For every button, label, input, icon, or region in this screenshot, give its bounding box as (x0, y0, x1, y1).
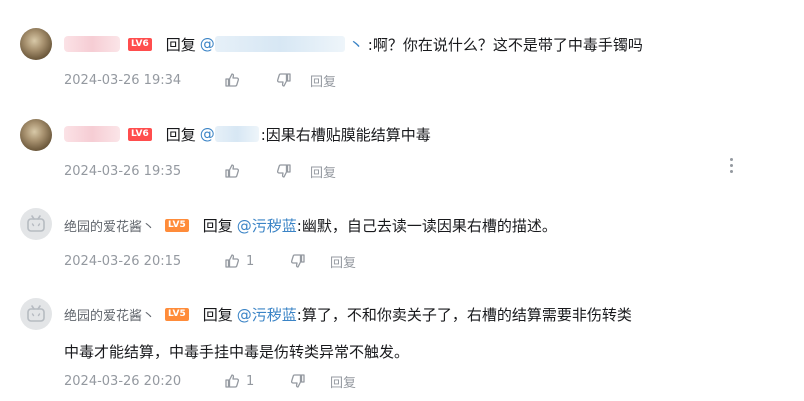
default-avatar-icon (27, 305, 45, 322)
timestamp: 2024-03-26 20:20 (64, 373, 182, 389)
thumbs-up-icon (225, 374, 240, 388)
like-count: 1 (246, 373, 255, 389)
reply-content-continued: 中毒才能结算，中毒手挂中毒是伤转类异常不触发。 (64, 343, 410, 361)
reply-content: :算了，不和你卖关子了，右槽的结算需要非伤转类 (296, 305, 632, 324)
reply-line: 绝园的爱花酱丶 LV5 回复 @污秽蓝 :算了，不和你卖关子了，右槽的结算需要非… (64, 301, 632, 327)
reply-meta: 2024-03-26 20:20 1 回复 (64, 371, 356, 391)
mention-link[interactable]: @污秽蓝 (237, 304, 297, 325)
like-button[interactable]: 1 (224, 373, 290, 389)
reply-button[interactable]: 回复 (330, 372, 356, 391)
reply-item: 绝园的爱花酱丶 LV5 回复 @污秽蓝 :算了，不和你卖关子了，右槽的结算需要非… (20, 0, 784, 401)
level-badge: LV5 (165, 307, 189, 321)
reply-list: LV6 回复 @ 丶 :啊？你在说什么？这不是带了中毒手镯吗 2024-03-2… (0, 0, 804, 401)
thumbs-down-icon (290, 374, 305, 388)
avatar[interactable] (20, 298, 52, 330)
reply-prefix: 回复 (202, 305, 233, 324)
username[interactable]: 绝园的爱花酱丶 (64, 305, 155, 324)
dislike-button[interactable] (290, 373, 330, 389)
